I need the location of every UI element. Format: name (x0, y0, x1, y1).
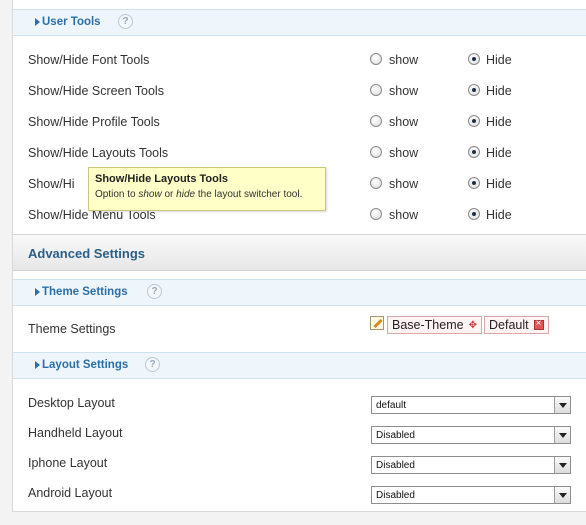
android-layout-value: Disabled (376, 490, 415, 501)
chevron-down-icon[interactable] (554, 457, 570, 473)
desktop-layout-select[interactable]: default (371, 396, 571, 414)
screen-tools-label: Show/Hide Screen Tools (28, 84, 164, 98)
default-tag-label: Default (489, 318, 529, 332)
delete-icon[interactable] (533, 318, 544, 330)
chevron-down-icon[interactable] (554, 397, 570, 413)
move-icon[interactable]: ✥ (469, 320, 477, 331)
layout-settings-header[interactable]: Layout Settings ? (13, 352, 586, 379)
profile-tools-label: Show/Hide Profile Tools (28, 115, 160, 129)
screen-tools-show-label: show (389, 84, 419, 98)
obscured-tools-label: Show/Hi (28, 177, 75, 191)
advanced-settings-title: Advanced Settings (28, 246, 146, 261)
tooltip-title: Show/Hide Layouts Tools (95, 173, 229, 185)
obscured-tools-hide-label: Hide (486, 177, 512, 191)
handheld-layout-select[interactable]: Disabled (371, 426, 571, 444)
settings-panel: User Tools ? Show/Hide Font Tools show H… (12, 0, 586, 512)
iphone-layout-select[interactable]: Disabled (371, 456, 571, 474)
layouts-tools-label: Show/Hide Layouts Tools (28, 146, 169, 160)
menu-tools-hide-radio[interactable] (468, 208, 480, 220)
help-icon[interactable]: ? (118, 14, 133, 29)
expand-triangle-icon (35, 18, 40, 26)
screen-tools-hide-label: Hide (486, 84, 512, 98)
expand-triangle-icon (35, 288, 40, 296)
default-tag[interactable]: Default (484, 316, 549, 334)
menu-tools-hide-label: Hide (486, 208, 512, 222)
menu-tools-show-radio[interactable] (370, 208, 382, 220)
font-tools-show-label: show (389, 53, 419, 67)
screen-tools-hide-radio[interactable] (468, 84, 480, 96)
screen-tools-show-radio[interactable] (370, 84, 382, 96)
base-theme-tag[interactable]: Base-Theme ✥ (387, 316, 482, 334)
expand-triangle-icon (35, 361, 40, 369)
handheld-layout-label: Handheld Layout (28, 426, 123, 440)
desktop-layout-value: default (376, 400, 407, 411)
layout-settings-title: Layout Settings (42, 359, 129, 371)
menu-tools-show-label: show (389, 208, 419, 222)
tooltip-body: Option to show or hide the layout switch… (95, 189, 319, 200)
tooltip: Show/Hide Layouts Tools Option to show o… (88, 167, 326, 211)
obscured-tools-show-radio[interactable] (370, 177, 382, 189)
edit-icon[interactable] (370, 316, 384, 330)
chevron-down-icon[interactable] (554, 487, 570, 503)
user-tools-header[interactable]: User Tools ? (13, 9, 586, 36)
layouts-tools-show-label: show (389, 146, 419, 160)
layouts-tools-hide-radio[interactable] (468, 146, 480, 158)
tooltip-text-after: the layout switcher tool. (195, 189, 303, 200)
profile-tools-hide-label: Hide (486, 115, 512, 129)
font-tools-show-radio[interactable] (370, 53, 382, 65)
obscured-tools-show-label: show (389, 177, 419, 191)
chevron-down-icon[interactable] (554, 427, 570, 443)
layouts-tools-hide-label: Hide (486, 146, 512, 160)
font-tools-hide-label: Hide (486, 53, 512, 67)
iphone-layout-value: Disabled (376, 460, 415, 471)
tooltip-text-mid: or (161, 189, 177, 200)
handheld-layout-value: Disabled (376, 430, 415, 441)
desktop-layout-label: Desktop Layout (28, 396, 115, 410)
theme-settings-label: Theme Settings (28, 322, 116, 336)
android-layout-select[interactable]: Disabled (371, 486, 571, 504)
base-theme-tag-label: Base-Theme (392, 318, 464, 332)
help-icon[interactable]: ? (145, 357, 160, 372)
obscured-tools-hide-radio[interactable] (468, 177, 480, 189)
advanced-settings-header[interactable]: Advanced Settings (13, 234, 586, 271)
tooltip-em-show: show (138, 189, 162, 200)
font-tools-hide-radio[interactable] (468, 53, 480, 65)
tooltip-em-hide: hide (176, 189, 196, 200)
help-icon[interactable]: ? (147, 284, 162, 299)
profile-tools-show-radio[interactable] (370, 115, 382, 127)
iphone-layout-label: Iphone Layout (28, 456, 108, 470)
user-tools-title: User Tools (42, 16, 101, 28)
android-layout-label: Android Layout (28, 486, 113, 500)
profile-tools-show-label: show (389, 115, 419, 129)
theme-settings-header[interactable]: Theme Settings ? (13, 279, 586, 306)
tooltip-text-before: Option to (95, 189, 139, 200)
theme-settings-title: Theme Settings (42, 286, 128, 298)
layouts-tools-show-radio[interactable] (370, 146, 382, 158)
font-tools-label: Show/Hide Font Tools (28, 53, 150, 67)
profile-tools-hide-radio[interactable] (468, 115, 480, 127)
